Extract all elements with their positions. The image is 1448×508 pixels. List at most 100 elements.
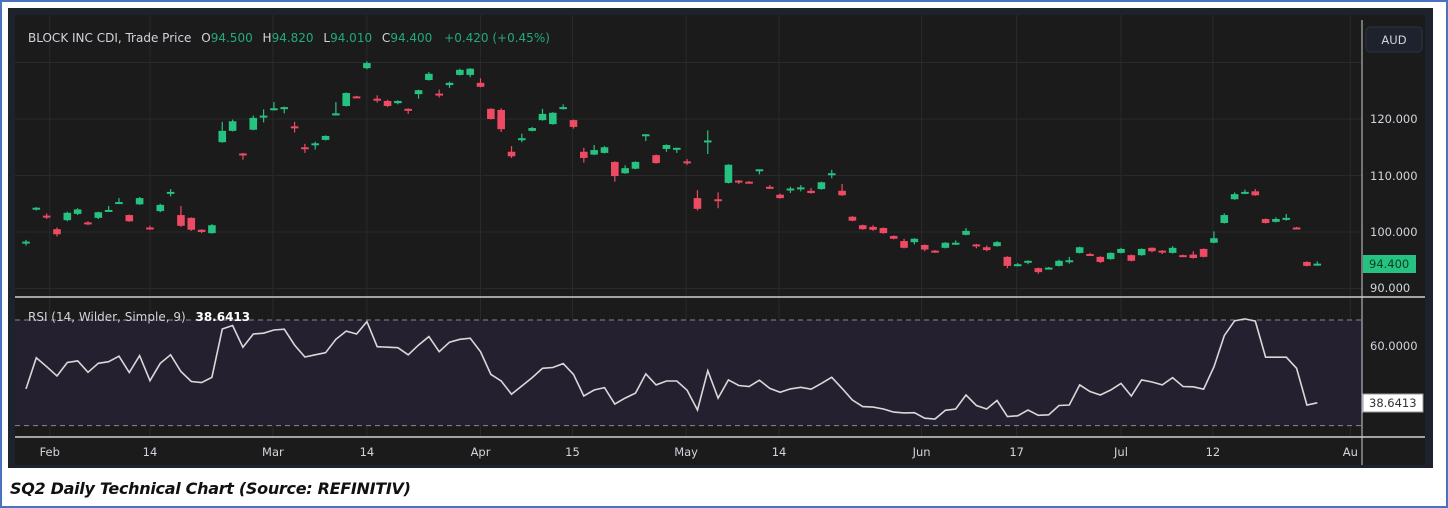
candle-body xyxy=(1230,194,1239,200)
candle-body xyxy=(332,113,340,116)
candle-body xyxy=(311,143,320,146)
candle-body xyxy=(1282,217,1291,220)
candle-body xyxy=(1117,248,1125,253)
candle-body xyxy=(621,168,629,174)
candle-body xyxy=(363,63,371,69)
candle-body xyxy=(528,128,536,131)
rsi-value: 38.6413 xyxy=(195,310,250,324)
candle-body xyxy=(642,134,650,137)
candle-body xyxy=(1086,254,1094,257)
candle-body xyxy=(125,215,134,222)
candle-body xyxy=(869,226,877,230)
close-value: 94.400 xyxy=(390,31,432,45)
candle-body xyxy=(776,194,784,199)
candle-body xyxy=(962,230,970,235)
time-tick-label: May xyxy=(674,445,698,459)
candle-down xyxy=(879,227,888,234)
candle-body xyxy=(249,117,258,130)
candle-body xyxy=(745,181,753,184)
candle-body xyxy=(1024,260,1032,263)
candle-body xyxy=(951,242,960,245)
candle-body xyxy=(146,227,154,230)
candle-body xyxy=(270,108,278,111)
candle-body xyxy=(280,107,289,110)
candle-body xyxy=(1261,219,1270,223)
candle-body xyxy=(807,190,815,194)
candle-body xyxy=(920,244,929,250)
candle-body xyxy=(662,144,671,149)
candle-body xyxy=(848,216,857,221)
candle-body xyxy=(476,82,485,87)
candle-body xyxy=(1075,247,1084,253)
candle-body xyxy=(580,151,588,158)
candle-body xyxy=(208,225,216,234)
candle-body xyxy=(1034,268,1043,273)
rsi-tag-value: 38.6413 xyxy=(1369,396,1417,410)
rsi-legend: RSI (14, Wilder, Simple, 9) 38.6413 xyxy=(28,310,250,324)
high-value: 94.820 xyxy=(272,31,314,45)
candle-body xyxy=(611,161,619,177)
price-tick: 90.000 xyxy=(1370,281,1410,295)
candle-body xyxy=(1003,256,1012,266)
candle-body xyxy=(445,82,454,86)
candle-body xyxy=(166,191,175,194)
candle-body xyxy=(569,120,578,127)
candle-body xyxy=(931,250,939,253)
candle-up xyxy=(156,203,165,213)
currency-button[interactable]: AUD xyxy=(1365,26,1423,53)
candle-body xyxy=(1127,255,1136,261)
time-tick-label: Au xyxy=(1343,445,1358,459)
candle-body xyxy=(321,135,330,140)
candle-body xyxy=(1251,191,1260,196)
candle-body xyxy=(414,90,423,95)
candle-body xyxy=(672,147,681,150)
time-tick-label: 15 xyxy=(565,445,580,459)
candle-body xyxy=(714,199,722,202)
candle-body xyxy=(549,112,557,125)
chart-header: BLOCK INC CDI, Trade Price O94.500 H94.8… xyxy=(28,31,550,45)
candle-down xyxy=(889,235,898,240)
candle-body xyxy=(404,108,413,111)
candle-body xyxy=(342,93,351,107)
candle-body xyxy=(22,241,30,244)
candle-up xyxy=(321,135,330,141)
rsi-axis-tick: 60.0000 xyxy=(1370,339,1418,353)
price-tick: 110.000 xyxy=(1370,169,1418,183)
candle-body xyxy=(827,173,836,176)
candle-body xyxy=(239,153,247,156)
last-price-value: 94.400 xyxy=(1369,257,1409,271)
price-tick: 120.000 xyxy=(1370,112,1418,126)
high-label: H xyxy=(263,31,272,45)
candle-body xyxy=(631,161,640,169)
candle-body xyxy=(889,235,898,239)
candle-up xyxy=(817,181,826,190)
candle-body xyxy=(1272,219,1280,222)
open-label: O xyxy=(201,31,210,45)
candle-body xyxy=(1313,263,1322,266)
candle-body xyxy=(972,244,981,247)
candle-body xyxy=(1168,247,1177,253)
candle-body xyxy=(394,100,402,104)
candle-body xyxy=(1096,256,1105,262)
candle-body xyxy=(538,113,547,121)
candle-body xyxy=(1179,255,1187,258)
candle-body xyxy=(1044,267,1053,270)
candle-body xyxy=(1199,248,1208,257)
candle-body xyxy=(982,247,991,251)
candle-up xyxy=(208,224,216,234)
candle-body xyxy=(1292,227,1301,230)
candle-up xyxy=(1106,252,1115,260)
candle-body xyxy=(1013,264,1022,267)
time-tick-label: Jul xyxy=(1113,445,1128,459)
candle-down xyxy=(1199,248,1208,258)
candle-up xyxy=(1137,248,1146,256)
candle-body xyxy=(435,93,443,96)
candle-up xyxy=(724,164,733,184)
candle-down xyxy=(187,217,196,231)
rsi-label: RSI (14, Wilder, Simple, 9) xyxy=(28,310,186,324)
candle-body xyxy=(156,204,165,212)
candle-body xyxy=(497,109,505,130)
trading-chart[interactable]: BLOCK INC CDI, Trade Price O94.500 H94.8… xyxy=(0,0,1448,508)
last-price-tag: 94.400 xyxy=(1363,255,1416,273)
time-tick-label: Feb xyxy=(40,445,60,459)
